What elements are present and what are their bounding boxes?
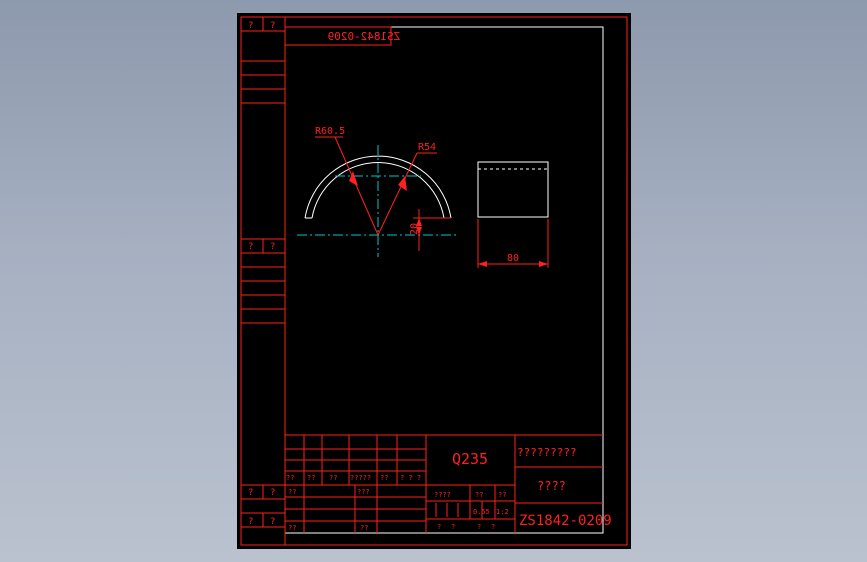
dimension-inner-radius: R54 bbox=[418, 142, 436, 153]
sheet-label-left: ? bbox=[437, 523, 441, 531]
mirrored-drawing-number: ZS1842-0209 bbox=[328, 30, 401, 43]
radius-leader-outer bbox=[315, 136, 379, 236]
side-label-bottom-right: ? bbox=[270, 517, 275, 527]
designer-label: ?? bbox=[288, 488, 296, 496]
part-name-text: ????????? bbox=[517, 446, 577, 459]
weight-value: 0.55 bbox=[473, 508, 490, 516]
checker-label: ??? bbox=[357, 488, 370, 496]
scale-value: 1:2 bbox=[496, 508, 509, 516]
side-label-low-left: ? bbox=[248, 488, 253, 498]
front-view-centerlines bbox=[297, 145, 459, 257]
rev-label-5: ?? bbox=[380, 474, 388, 482]
sheet-label-right: ? bbox=[451, 523, 455, 531]
side-label-top-left: ? bbox=[248, 21, 253, 31]
rev-label-6: ? ? ? bbox=[400, 474, 421, 482]
dimension-length: 80 bbox=[507, 253, 519, 264]
side-label-mid-left: ? bbox=[248, 242, 253, 252]
material-text: Q235 bbox=[452, 450, 488, 468]
drawing-sheet[interactable]: ? ? ? ? ? ? ? ? ZS1842-0209 R60.5 R54 20… bbox=[237, 13, 631, 549]
rev-label-2: ?? bbox=[307, 474, 315, 482]
left-margin-strip bbox=[241, 17, 286, 545]
cad-viewport[interactable]: ? ? ? ? ? ? ? ? ZS1842-0209 R60.5 R54 20… bbox=[0, 0, 867, 562]
rev-label-4: ????? bbox=[350, 474, 371, 482]
drawing-canvas[interactable]: ? ? ? ? ? ? ? ? ZS1842-0209 R60.5 R54 20… bbox=[237, 13, 631, 549]
company-text: ???? bbox=[537, 479, 566, 493]
scale-label: ?? bbox=[498, 491, 506, 499]
dimension-height: 20 bbox=[409, 223, 420, 235]
rev-label-1: ?? bbox=[286, 474, 294, 482]
drawing-number-text: ZS1842-0209 bbox=[519, 513, 612, 529]
stage-label: ???? bbox=[434, 491, 451, 499]
side-label-mid-right: ? bbox=[270, 242, 275, 252]
outer-frame bbox=[240, 16, 628, 546]
dimension-outer-radius: R60.5 bbox=[315, 126, 345, 137]
rev-label-3: ?? bbox=[329, 474, 337, 482]
approver-label-2: ?? bbox=[360, 524, 368, 532]
side-label-bottom-left: ? bbox=[248, 517, 253, 527]
total-label-right: ? bbox=[491, 523, 495, 531]
weight-label: ?? bbox=[475, 491, 483, 499]
side-label-low-right: ? bbox=[270, 488, 275, 498]
radius-leader-inner bbox=[377, 152, 437, 236]
side-view-rect bbox=[477, 161, 549, 218]
total-label-left: ? bbox=[477, 523, 481, 531]
side-label-top-right: ? bbox=[270, 21, 275, 31]
approver-label: ?? bbox=[288, 524, 296, 532]
